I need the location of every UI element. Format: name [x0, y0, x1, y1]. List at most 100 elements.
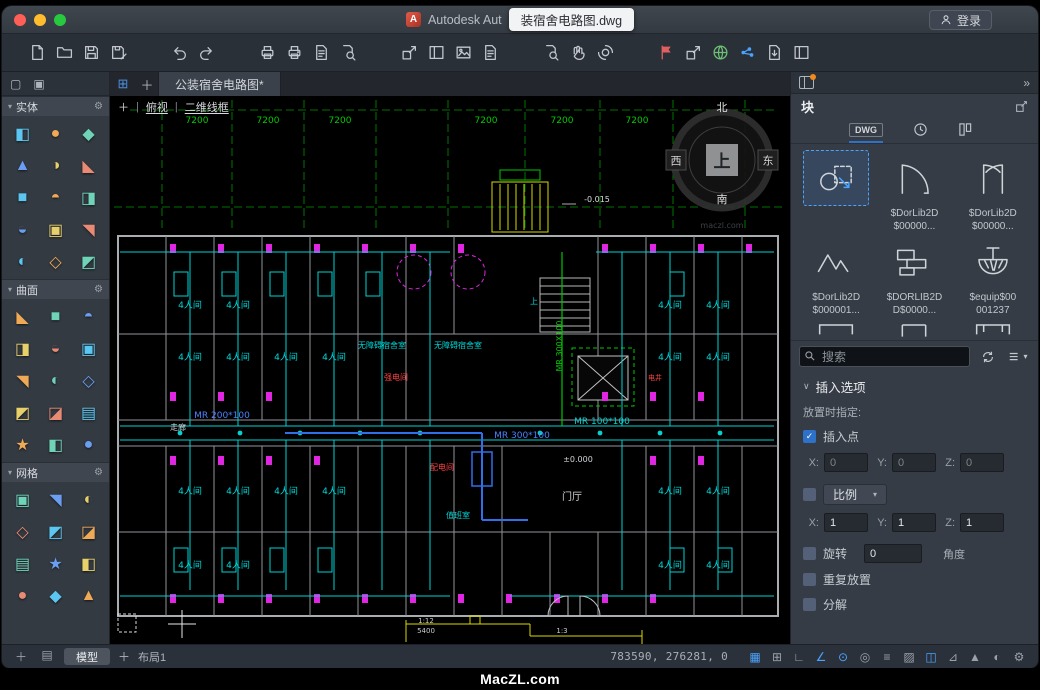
drawing-canvas[interactable]: ＋ | 俯视 | 二维线框 7200 7200 7200 7200 7200 — [110, 96, 790, 644]
block-item-partial-icon[interactable] — [893, 318, 935, 340]
markup-button[interactable] — [653, 39, 680, 66]
tool-icon[interactable]: ◨ — [74, 183, 104, 212]
tool-icon[interactable]: ◣ — [74, 151, 104, 180]
open-button[interactable] — [51, 39, 78, 66]
polar-tracking-icon[interactable]: ∠ — [812, 650, 830, 664]
plot-preview-button[interactable] — [335, 39, 362, 66]
tool-icon[interactable]: ◆ — [41, 581, 71, 610]
tool-icon[interactable]: ◇ — [8, 517, 38, 546]
block-item-partial-icon[interactable] — [972, 318, 1014, 340]
transparency-icon[interactable]: ▨ — [900, 650, 918, 664]
tool-icon[interactable]: ★ — [8, 430, 38, 459]
object-snap-icon[interactable]: ⊙ — [834, 650, 852, 664]
tool-icon[interactable]: ◇ — [74, 366, 104, 395]
tool-icon[interactable]: ◣ — [8, 302, 38, 331]
viewcube-compass[interactable]: 上 西 东 北 南 maczl.com — [666, 101, 778, 230]
selection-cycling-icon[interactable]: ◫ — [922, 650, 940, 664]
tool-icon[interactable]: ◩ — [41, 517, 71, 546]
selection-window-icon[interactable]: ▢ — [10, 77, 21, 91]
scale-dropdown[interactable]: 比例 ▾ — [823, 484, 887, 505]
undock-panel-icon[interactable] — [1015, 100, 1028, 113]
page-setup-button[interactable] — [308, 39, 335, 66]
scale-z-field[interactable] — [960, 513, 1004, 532]
tool-icon[interactable]: ▤ — [74, 398, 104, 427]
ortho-mode-icon[interactable]: ∟ — [790, 650, 808, 664]
block-item[interactable]: $equip$00 001237 — [955, 234, 1031, 316]
insertion-point-checkbox[interactable]: ✓ — [803, 430, 816, 443]
view-options-button[interactable]: ▾ — [1006, 346, 1030, 367]
print-button[interactable] — [254, 39, 281, 66]
undo-button[interactable] — [166, 39, 193, 66]
login-button[interactable]: 登录 — [929, 10, 992, 30]
scale-x-field[interactable] — [824, 513, 868, 532]
sidebar-section-header[interactable]: ▾网格⚙ — [2, 462, 109, 482]
tool-icon[interactable]: ◧ — [74, 549, 104, 578]
tool-icon[interactable]: ◥ — [41, 485, 71, 514]
new-layout-button[interactable]: ＋ — [118, 648, 130, 665]
start-tab-icon[interactable]: ⊞ — [110, 72, 136, 96]
tool-icon[interactable]: ▲ — [74, 581, 104, 610]
workspace-gear-icon[interactable]: ⚙ — [1010, 650, 1028, 664]
block-item[interactable] — [798, 150, 874, 232]
tool-icon[interactable]: ◇ — [41, 247, 71, 276]
etransmit-button[interactable] — [707, 39, 734, 66]
chevron-right-icon[interactable]: » — [1023, 76, 1030, 90]
gear-icon[interactable]: ⚙ — [94, 467, 103, 478]
tool-icon[interactable]: ● — [41, 119, 71, 148]
explode-checkbox[interactable] — [803, 598, 816, 611]
block-item[interactable]: $DorLib2D $00000... — [955, 150, 1031, 232]
annotation-visibility-icon[interactable]: ▲ — [966, 650, 984, 664]
tool-icon[interactable]: ◨ — [8, 334, 38, 363]
tool-icon[interactable]: ◓ — [74, 302, 104, 331]
tool-icon[interactable]: ◧ — [8, 119, 38, 148]
layout1-tab[interactable]: 布局1 — [138, 649, 166, 665]
tool-icon[interactable]: ▤ — [8, 549, 38, 578]
share-button[interactable] — [734, 39, 761, 66]
field-button[interactable] — [477, 39, 504, 66]
palettes-button[interactable] — [788, 39, 815, 66]
autoscale-icon[interactable]: ◐ — [988, 650, 1006, 664]
gear-icon[interactable]: ⚙ — [94, 284, 103, 295]
tool-icon[interactable]: ◪ — [41, 398, 71, 427]
find-button[interactable] — [538, 39, 565, 66]
units-icon[interactable]: ⊿ — [944, 650, 962, 664]
palette-icon[interactable] — [799, 76, 814, 89]
block-search-input[interactable] — [799, 346, 970, 367]
insert-x-field[interactable] — [824, 453, 868, 472]
block-item[interactable]: $DorLib2D $000001... — [798, 234, 874, 316]
orbit-button[interactable] — [592, 39, 619, 66]
tool-icon[interactable]: ▣ — [8, 485, 38, 514]
sidebar-section-header[interactable]: ▾曲面⚙ — [2, 279, 109, 299]
tool-icon[interactable]: ◥ — [74, 215, 104, 244]
tool-icon[interactable]: ■ — [41, 302, 71, 331]
gear-icon[interactable]: ⚙ — [94, 101, 103, 112]
viewport-menu-button[interactable]: ＋ — [118, 99, 129, 115]
visual-style-control[interactable]: 二维线框 — [185, 99, 229, 115]
tab-recent-blocks[interactable] — [913, 118, 928, 143]
tool-icon[interactable]: ▣ — [74, 334, 104, 363]
batch-plot-button[interactable] — [281, 39, 308, 66]
tool-icon[interactable]: ◩ — [8, 398, 38, 427]
insert-options-header[interactable]: ∨ 插入选项 — [803, 377, 1026, 396]
snap-mode-icon[interactable]: ⊞ — [768, 650, 786, 664]
tool-icon[interactable]: ◐ — [8, 247, 38, 276]
export-button[interactable] — [761, 39, 788, 66]
save-as-button[interactable] — [105, 39, 132, 66]
attach-image-button[interactable] — [450, 39, 477, 66]
new-drawing-tab-button[interactable]: ＋ — [136, 72, 158, 96]
rotation-checkbox[interactable] — [803, 547, 816, 560]
insert-y-field[interactable] — [892, 453, 936, 472]
tool-icon[interactable]: ◆ — [74, 119, 104, 148]
tool-icon[interactable]: ▲ — [8, 151, 38, 180]
block-item[interactable]: $DORLIB2D D$0000... — [876, 234, 952, 316]
redo-button[interactable] — [193, 39, 220, 66]
tool-icon[interactable]: ◑ — [41, 151, 71, 180]
pan-button[interactable] — [565, 39, 592, 66]
model-tab[interactable]: 模型 — [64, 648, 110, 665]
tool-icon[interactable]: ▣ — [41, 215, 71, 244]
scale-checkbox[interactable] — [803, 488, 816, 501]
save-button[interactable] — [78, 39, 105, 66]
tab-current-drawing[interactable]: DWG — [849, 118, 883, 143]
tool-icon[interactable]: ◒ — [8, 215, 38, 244]
tool-icon[interactable]: ◐ — [74, 485, 104, 514]
